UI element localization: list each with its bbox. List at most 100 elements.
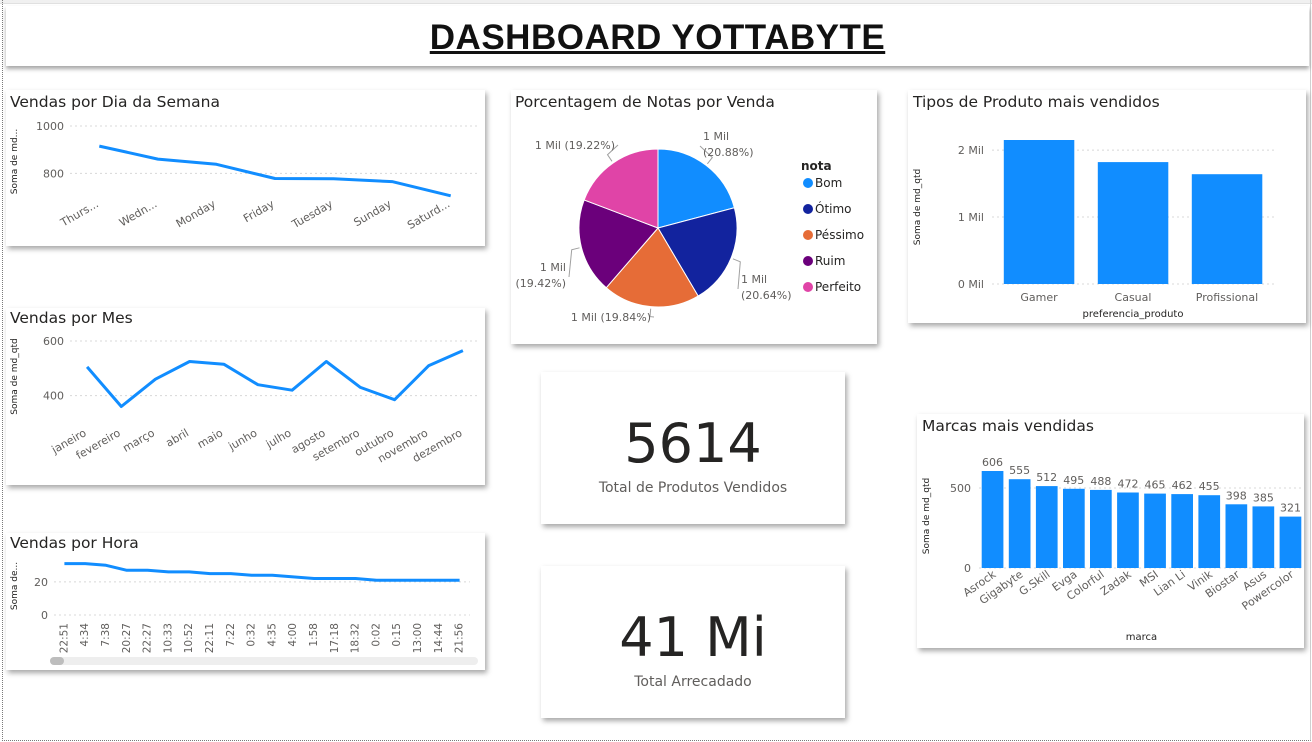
page-title: DASHBOARD YOTTABYTE	[429, 18, 886, 57]
legend-entry: Ruim	[815, 254, 845, 268]
series-line	[85, 349, 464, 408]
kpi-card-produtos[interactable]: 5614 Total de Produtos Vendidos	[541, 372, 845, 524]
y-axis-label: Soma de md_qtd	[922, 478, 932, 554]
header-card: DASHBOARD YOTTABYTE	[6, 6, 1309, 66]
data-label: 512	[1036, 471, 1057, 484]
y-axis-label: Soma de...	[10, 562, 20, 610]
bar	[1225, 504, 1248, 568]
bar	[1144, 493, 1166, 568]
y-tick-label: 20	[34, 576, 48, 589]
kpi-label: Total Arrecadado	[634, 674, 752, 690]
legend-entry: Péssimo	[815, 228, 864, 242]
y-tick-label: 1000	[36, 120, 64, 133]
x-tick-label: 4:34	[79, 623, 91, 647]
bar	[1171, 494, 1193, 568]
bar	[1008, 479, 1031, 568]
x-tick-label: 10:52	[183, 623, 195, 653]
kpi-card-arrecadado[interactable]: 41 Mi Total Arrecadado	[541, 566, 845, 718]
x-tick-label: março	[121, 426, 158, 455]
chart-card-vendas-hora[interactable]: Vendas por Hora 0 20 22:51 4:34 7:38 20:27 22:…	[6, 533, 485, 670]
data-label: 1 Mil (19.22%)	[535, 139, 615, 152]
x-tick-label: junho	[225, 426, 259, 453]
x-tick-label: 22:51	[58, 623, 70, 653]
y-axis-label: Soma de md_qtd	[10, 338, 20, 414]
legend-marker	[803, 204, 813, 214]
chart-card-marcas[interactable]: Marcas mais vendidas 0 500 606 Asrock 555 Gig…	[917, 414, 1304, 648]
series-line	[98, 144, 452, 198]
bar	[1063, 488, 1085, 568]
data-label: 465	[1145, 479, 1166, 492]
y-tick-label: 0	[964, 562, 971, 575]
data-label: 606	[982, 456, 1003, 469]
kpi-value: 5614	[624, 412, 762, 475]
x-tick-label: 7:38	[100, 623, 112, 647]
x-tick-label: 0:15	[391, 623, 403, 647]
chart-card-vendas-mes[interactable]: Vendas por Mes 400 600 janeiro fevereiro mar…	[6, 308, 485, 485]
legend-marker	[803, 178, 813, 188]
x-tick-label: Lian Li	[1151, 568, 1188, 599]
chart-card-tipos-produto[interactable]: Tipos de Produto mais vendidos 0 Mil 1 Mi…	[908, 90, 1306, 323]
data-label: 1 Mil	[741, 273, 767, 286]
legend-entry: Ótimo	[815, 201, 852, 216]
x-tick-label: 1:58	[308, 623, 320, 647]
line-chart-vendas-dia: 800 1000 Thurs... Wedn... Monday Friday Tuesda…	[10, 120, 480, 232]
leader-line	[568, 247, 580, 278]
data-label: 472	[1118, 478, 1139, 491]
bar	[1252, 506, 1275, 568]
bar	[1198, 495, 1221, 568]
y-tick-label: 0	[41, 609, 48, 622]
horizontal-scrollbar	[50, 657, 478, 665]
bar	[1003, 140, 1075, 284]
x-tick-label: julho	[263, 426, 294, 451]
x-tick-label: 14:44	[433, 623, 445, 654]
bar	[1097, 162, 1169, 284]
bar	[1035, 486, 1058, 568]
x-tick-label: Thurs...	[58, 197, 101, 229]
x-tick-label: 7:22	[225, 623, 237, 647]
x-tick-label: 0:02	[370, 623, 382, 647]
y-tick-label: 400	[43, 390, 64, 403]
x-tick-label: 13:00	[412, 623, 424, 653]
x-tick-label: Profissional	[1196, 291, 1258, 304]
data-label: 495	[1063, 474, 1084, 487]
x-tick-label: Gamer	[1020, 291, 1058, 304]
x-tick-label: 4:00	[287, 623, 299, 647]
bar-chart-marcas: 0500606Asrock555Gigabyte512G.Skill495Evg…	[922, 456, 1304, 643]
data-label: 385	[1253, 491, 1274, 504]
legend-entry: Perfeito	[815, 280, 861, 294]
x-tick-label: maio	[195, 426, 225, 451]
y-tick-label: 500	[950, 482, 971, 495]
y-tick-label: 800	[43, 167, 64, 180]
y-tick-label: 2 Mil	[958, 144, 984, 157]
x-tick-label: Casual	[1115, 291, 1152, 304]
y-axis-label: Soma de md_qtd	[913, 169, 923, 245]
y-axis-label: Soma de md...	[10, 129, 20, 195]
x-tick-label: Sunday	[351, 197, 394, 229]
y-tick-label: 0 Mil	[958, 278, 984, 291]
x-tick-label: G.Skill	[1017, 568, 1053, 598]
data-label: 555	[1009, 464, 1030, 477]
x-tick-label: 18:32	[350, 623, 362, 653]
scrollbar-thumb	[50, 657, 64, 665]
bar	[981, 471, 1004, 568]
data-label: 1 Mil (19.84%)	[571, 311, 651, 324]
chart-card-vendas-dia[interactable]: Vendas por Dia da Semana 800 1000 Thurs...…	[6, 90, 485, 246]
x-tick-label: 20:27	[121, 623, 133, 653]
series-line	[64, 562, 460, 582]
chart-card-notas[interactable]: Porcentagem de Notas por Venda 1 Mil (20.…	[511, 90, 877, 344]
bar	[1279, 516, 1302, 568]
legend-marker	[803, 230, 813, 240]
data-label: (20.64%)	[741, 289, 792, 302]
x-tick-label: Friday	[241, 197, 277, 225]
legend-entry: Bom	[815, 176, 842, 190]
bar	[1090, 489, 1112, 568]
x-tick-label: 17:18	[329, 623, 341, 653]
y-tick-label: 600	[43, 335, 64, 348]
legend-title: nota	[801, 159, 832, 173]
data-label: (20.88%)	[703, 146, 754, 159]
line-chart-vendas-hora: 0 20 22:51 4:34 7:38 20:27 22:27 10:33 10:52 22:1…	[10, 562, 478, 665]
legend-marker	[803, 282, 813, 292]
kpi-label: Total de Produtos Vendidos	[598, 480, 788, 496]
x-tick-label: abril	[163, 426, 191, 449]
x-tick-label: 0:32	[246, 623, 258, 647]
